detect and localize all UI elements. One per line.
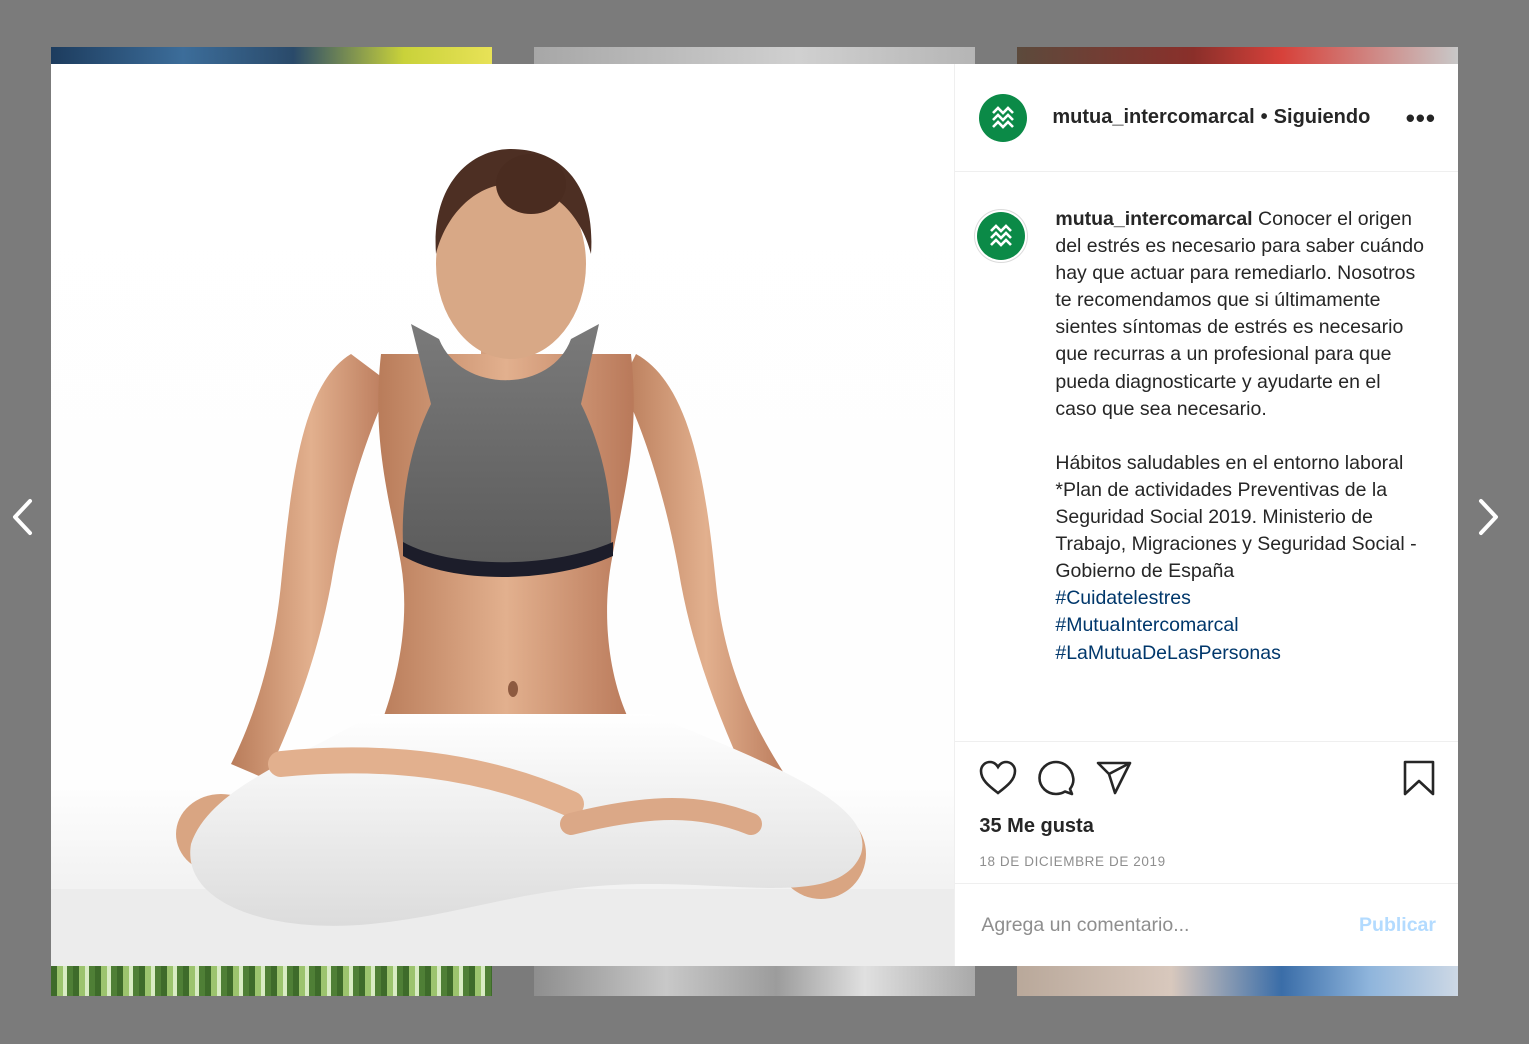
caption-username[interactable]: mutua_intercomarcal — [1055, 208, 1252, 230]
bookmark-icon — [1403, 760, 1435, 796]
hashtag-link[interactable]: #Cuidatelestres — [1055, 585, 1425, 612]
actions-section: 35 Me gusta 18 DE DICIEMBRE DE 2019 — [955, 741, 1458, 883]
background-thumbnail — [1017, 47, 1458, 64]
chevron-right-icon — [1479, 499, 1498, 535]
avatar[interactable] — [979, 93, 1028, 142]
hashtag-link[interactable]: #MutuaIntercomarcal — [1055, 612, 1425, 639]
more-options-icon[interactable]: ••• — [1406, 105, 1436, 131]
like-button[interactable] — [979, 760, 1017, 796]
post-image[interactable] — [51, 64, 955, 966]
share-icon — [1097, 761, 1132, 795]
background-thumbnail — [51, 47, 492, 64]
comment-button[interactable] — [1037, 759, 1076, 797]
comment-box: Publicar — [955, 883, 1458, 966]
background-thumbnail — [1017, 966, 1458, 996]
comments-section[interactable]: mutua_intercomarcal Conocer el origen de… — [955, 172, 1458, 741]
save-button[interactable] — [1402, 759, 1436, 797]
like-count[interactable]: 35 Me gusta — [979, 815, 1436, 838]
share-button[interactable] — [1095, 760, 1133, 796]
header-text: mutua_intercomarcal • Siguiendo — [1052, 106, 1370, 129]
comment-input[interactable] — [979, 912, 1360, 938]
background-thumbnail — [534, 966, 975, 996]
caption-text: mutua_intercomarcal Conocer el origen de… — [1055, 206, 1425, 667]
mutua-logo-icon — [990, 224, 1013, 247]
post-sidebar: mutua_intercomarcal • Siguiendo ••• mutua_… — [954, 64, 1458, 966]
post-modal: mutua_intercomarcal • Siguiendo ••• mutua_… — [51, 64, 1458, 966]
post-date: 18 DE DICIEMBRE DE 2019 — [979, 854, 1166, 869]
header-separator: • — [1260, 106, 1268, 128]
yoga-woman-photo — [51, 149, 955, 966]
header-username[interactable]: mutua_intercomarcal — [1052, 106, 1254, 128]
mutua-logo-icon — [992, 105, 1015, 129]
next-post-button[interactable] — [1473, 495, 1505, 539]
follow-status[interactable]: Siguiendo — [1274, 106, 1371, 128]
caption-body: Conocer el origen del estrés es necesari… — [1055, 208, 1424, 583]
background-thumbnail — [534, 47, 975, 64]
caption: mutua_intercomarcal Conocer el origen de… — [977, 206, 1436, 667]
action-icons — [979, 756, 1436, 800]
heart-icon — [980, 760, 1017, 795]
publish-button[interactable]: Publicar — [1359, 914, 1436, 937]
chevron-left-icon — [13, 499, 32, 535]
hashtag-link[interactable]: #LaMutuaDeLasPersonas — [1055, 640, 1425, 667]
caption-avatar[interactable] — [977, 212, 1026, 260]
background-thumbnail — [51, 966, 492, 996]
post-header: mutua_intercomarcal • Siguiendo ••• — [955, 64, 1458, 172]
comment-icon — [1038, 760, 1076, 796]
previous-post-button[interactable] — [6, 495, 38, 539]
